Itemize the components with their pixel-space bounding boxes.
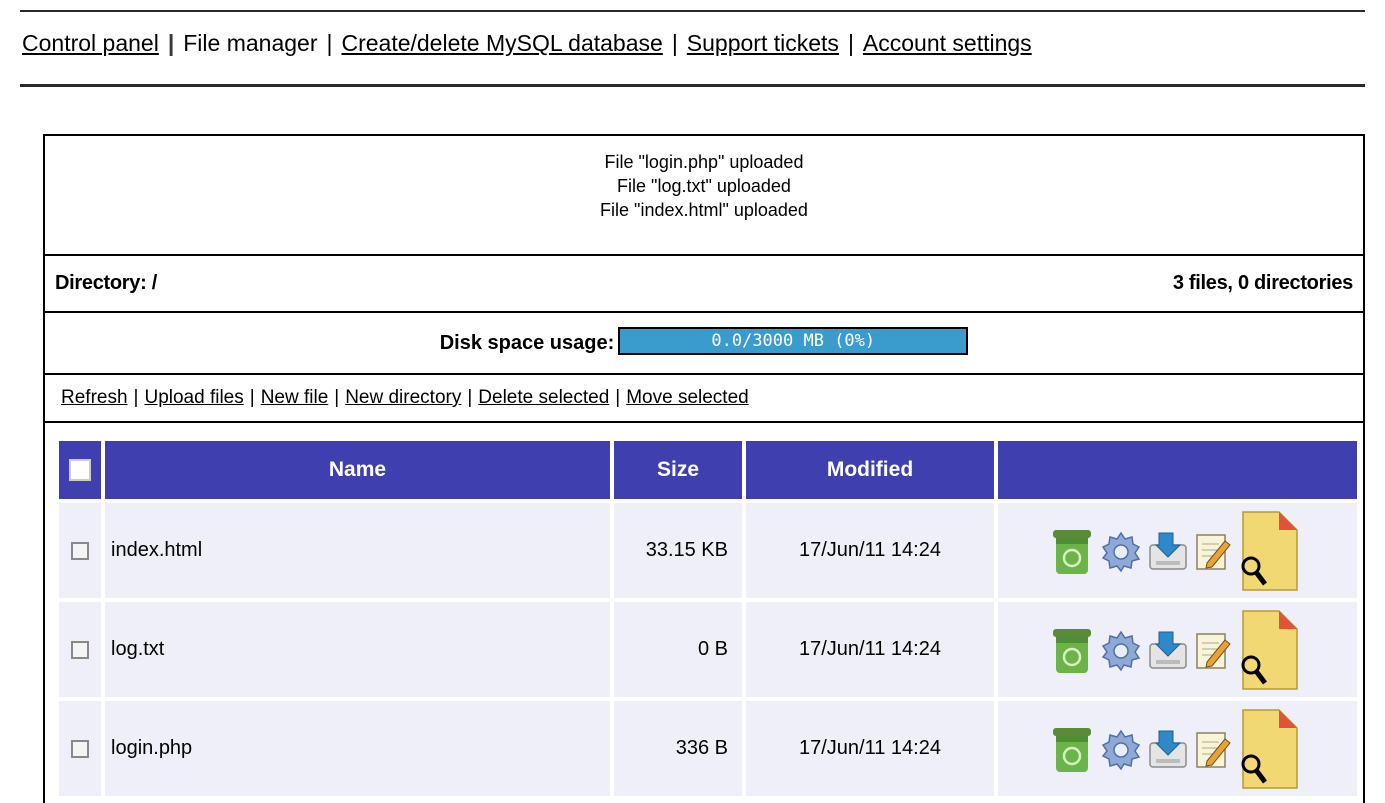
file-name[interactable]: log.txt	[105, 602, 610, 697]
row-checkbox[interactable]	[71, 739, 89, 758]
file-size: 0 B	[614, 602, 742, 697]
edit-icon[interactable]	[1193, 727, 1233, 771]
actions-column-header	[998, 441, 1357, 499]
action-separator: |	[467, 387, 473, 408]
new-directory-link[interactable]: New directory	[345, 387, 461, 409]
row-actions	[998, 503, 1357, 598]
top-navigation: Control panel | File manager | Create/delete…	[22, 30, 1367, 57]
row-actions	[998, 602, 1357, 697]
view-file-icon[interactable]	[1237, 508, 1301, 594]
nav-separator: |	[671, 30, 678, 56]
row-actions	[998, 701, 1357, 796]
nav-separator: |	[167, 30, 175, 56]
disk-usage-text: 0.0/3000 MB (0%)	[711, 331, 876, 351]
file-name[interactable]: index.html	[105, 503, 610, 598]
download-icon[interactable]	[1147, 529, 1189, 573]
table-row: index.html 33.15 KB 17/Jun/11 14:24	[59, 503, 1357, 598]
download-icon[interactable]	[1147, 727, 1189, 771]
file-modified: 17/Jun/11 14:24	[746, 701, 994, 796]
settings-gear-icon[interactable]	[1099, 628, 1143, 672]
disk-usage-label: Disk space usage:	[439, 331, 615, 354]
size-column-header[interactable]: Size	[614, 441, 742, 499]
nav-account-settings[interactable]: Account settings	[863, 30, 1032, 56]
disk-usage-row: Disk space usage: 0.0/3000 MB (0%)	[45, 313, 1363, 375]
file-size: 33.15 KB	[614, 503, 742, 598]
settings-gear-icon[interactable]	[1099, 529, 1143, 573]
action-separator: |	[249, 387, 255, 408]
action-separator: |	[133, 387, 139, 408]
action-separator: |	[334, 387, 340, 408]
table-header-row: Name Size Modified	[59, 441, 1357, 499]
directory-label: Directory: /	[55, 272, 157, 294]
move-selected-link[interactable]: Move selected	[626, 387, 749, 409]
select-all-cell	[59, 441, 101, 499]
top-rule	[20, 10, 1365, 12]
file-name[interactable]: login.php	[105, 701, 610, 796]
file-size: 336 B	[614, 701, 742, 796]
view-file-icon[interactable]	[1237, 706, 1301, 792]
directory-row: Directory: / 3 files, 0 directories	[45, 256, 1363, 313]
edit-icon[interactable]	[1193, 529, 1233, 573]
nav-support-tickets[interactable]: Support tickets	[687, 30, 839, 56]
upload-files-link[interactable]: Upload files	[144, 387, 243, 409]
table-row: login.php 336 B 17/Jun/11 14:24	[59, 701, 1357, 796]
row-checkbox[interactable]	[71, 640, 89, 659]
trash-icon[interactable]	[1049, 624, 1095, 676]
delete-selected-link[interactable]: Delete selected	[478, 387, 609, 409]
nav-file-manager[interactable]: File manager	[183, 30, 317, 56]
row-checkbox-cell	[59, 503, 101, 598]
file-modified: 17/Jun/11 14:24	[746, 503, 994, 598]
edit-icon[interactable]	[1193, 628, 1233, 672]
trash-icon[interactable]	[1049, 723, 1095, 775]
trash-icon[interactable]	[1049, 525, 1095, 577]
action-separator: |	[615, 387, 621, 408]
upload-message: File "login.php" uploaded	[604, 152, 804, 172]
row-checkbox-cell	[59, 701, 101, 796]
upload-message: File "index.html" uploaded	[600, 200, 808, 220]
nav-separator: |	[847, 30, 854, 56]
file-table: Name Size Modified index.html 33.15 KB 1…	[55, 437, 1361, 800]
upload-message: File "log.txt" uploaded	[617, 176, 791, 196]
download-icon[interactable]	[1147, 628, 1189, 672]
name-column-header[interactable]: Name	[105, 441, 610, 499]
nav-mysql-database[interactable]: Create/delete MySQL database	[341, 30, 662, 56]
view-file-icon[interactable]	[1237, 607, 1301, 693]
action-links: Refresh | Upload files | New file | New direct…	[45, 375, 1363, 423]
file-modified: 17/Jun/11 14:24	[746, 602, 994, 697]
new-file-link[interactable]: New file	[261, 387, 329, 409]
nav-separator: |	[326, 30, 333, 56]
table-row: log.txt 0 B 17/Jun/11 14:24	[59, 602, 1357, 697]
modified-column-header[interactable]: Modified	[746, 441, 994, 499]
upload-messages: File "login.php" uploaded File "log.txt"…	[45, 136, 1363, 256]
row-checkbox[interactable]	[71, 541, 89, 560]
nav-control-panel[interactable]: Control panel	[22, 30, 159, 56]
nav-rule	[20, 84, 1365, 87]
row-checkbox-cell	[59, 602, 101, 697]
settings-gear-icon[interactable]	[1099, 727, 1143, 771]
disk-usage-bar: 0.0/3000 MB (0%)	[618, 327, 969, 355]
directory-summary: 3 files, 0 directories	[1172, 272, 1353, 294]
refresh-link[interactable]: Refresh	[61, 387, 128, 409]
select-all-checkbox[interactable]	[69, 459, 91, 482]
